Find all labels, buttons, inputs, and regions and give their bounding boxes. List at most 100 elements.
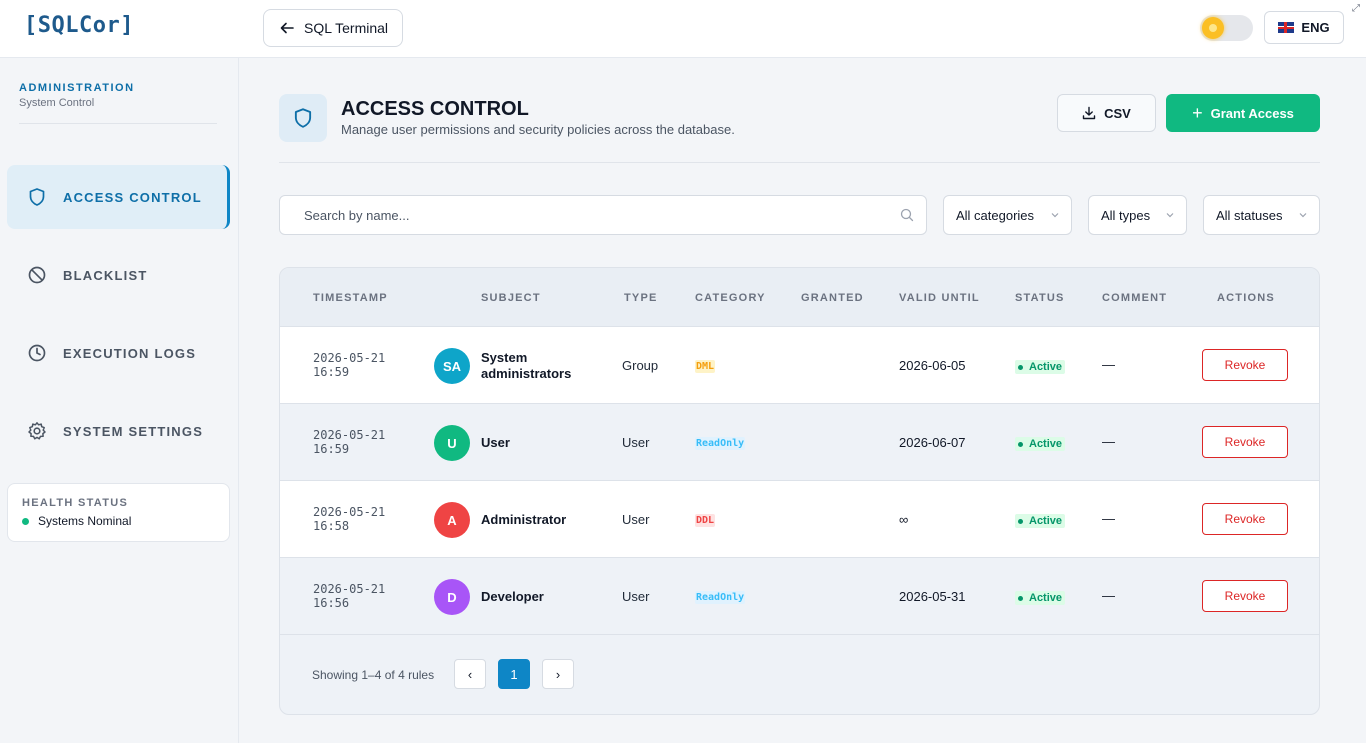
search-icon [900,208,914,222]
app-logo[interactable]: [SQLCor] [24,13,134,38]
status-filter-select[interactable]: All statuses [1203,195,1320,235]
plus-icon: + [1192,103,1203,123]
avatar: A [434,502,470,538]
comment-cell: — [1102,357,1115,372]
status-dot-icon [1018,518,1023,524]
comment-cell: — [1102,588,1115,603]
health-status-text: Systems Nominal [38,514,132,528]
column-header-type[interactable]: TYPE [624,292,658,304]
chevron-down-icon [1166,213,1174,218]
subject-name: User [481,435,510,450]
theme-toggle[interactable] [1200,15,1253,41]
timestamp-time: 16:58 [313,519,350,533]
ban-icon [28,266,46,284]
subject-line1: System [481,350,528,365]
type-filter-value: All types [1101,207,1151,223]
status-text: Active [1029,438,1063,450]
page-title: ACCESS CONTROL [341,98,529,120]
status-text: Active [1029,515,1063,527]
status-text: Active [1029,592,1063,604]
grant-button-label: Grant Access [1210,105,1294,121]
avatar: U [434,425,470,461]
sidebar-item-label: EXECUTION LOGS [63,345,197,361]
category-badge: ReadOnly [695,591,746,604]
revoke-button[interactable]: Revoke [1202,426,1288,458]
category-badge: DML [695,360,716,373]
pagination-page-button[interactable]: 1 [498,659,530,689]
arrow-left-icon [280,22,294,34]
page-shield-icon [279,94,327,142]
status-dot-icon [1018,595,1023,601]
avatar: SA [434,348,470,384]
health-status-card: HEALTH STATUS Systems Nominal [7,483,230,542]
table-row[interactable]: 2026-05-21 16:56 D Developer User ReadOn… [280,558,1319,635]
sidebar-divider [19,123,217,124]
sidebar-item-system-settings[interactable]: SYSTEM SETTINGS [7,399,230,463]
type-cell: User [622,589,650,604]
table-row[interactable]: 2026-05-21 16:58 A Administrator User DD… [280,481,1319,558]
timestamp-date: 2026-05-21 [313,428,386,442]
category-badge: DDL [695,514,716,527]
top-bar: [SQLCor] SQL Terminal ENG ⤢ [0,0,1366,58]
category-filter-value: All categories [956,207,1035,223]
timestamp-date: 2026-05-21 [313,351,386,365]
language-button[interactable]: ENG [1264,11,1344,44]
language-label: ENG [1301,20,1330,35]
chevron-down-icon [1051,213,1059,218]
column-header-granted[interactable]: GRANTED [801,292,864,304]
search-input[interactable] [280,196,860,234]
csv-export-button[interactable]: CSV [1057,94,1156,132]
column-header-valid-until[interactable]: VALID UNTIL [899,292,980,304]
column-header-status[interactable]: STATUS [1015,292,1065,304]
comment-cell: — [1102,511,1115,526]
pagination-prev-button[interactable]: ‹ [454,659,486,689]
pagination-summary: Showing 1–4 of 4 rules [312,668,435,682]
status-dot-icon [1018,364,1023,370]
valid-until-cell: ∞ [899,512,909,527]
sidebar-item-label: SYSTEM SETTINGS [63,423,204,439]
back-to-sql-terminal-button[interactable]: SQL Terminal [263,9,403,47]
timestamp-time: 16:59 [313,442,350,456]
pagination-next-button[interactable]: › [542,659,574,689]
expand-icon[interactable]: ⤢ [1352,3,1360,14]
shield-icon [294,108,312,128]
type-filter-select[interactable]: All types [1088,195,1187,235]
clock-icon [28,344,46,362]
type-cell: User [622,512,650,527]
download-icon [1082,106,1096,120]
status-text: Active [1029,361,1063,373]
column-header-category[interactable]: CATEGORY [695,292,766,304]
timestamp-date: 2026-05-21 [313,505,386,519]
timestamp-cell: 2026-05-21 16:56 [313,582,385,610]
status-dot-icon [1018,441,1023,447]
sidebar-item-access-control[interactable]: ACCESS CONTROL [7,165,230,229]
health-status-row: Systems Nominal [22,514,215,528]
sidebar-item-blacklist[interactable]: BLACKLIST [7,243,230,307]
grant-access-button[interactable]: + Grant Access [1166,94,1320,132]
valid-until-cell: 2026-06-07 [899,435,966,450]
sun-icon [1202,17,1224,39]
sidebar-item-execution-logs[interactable]: EXECUTION LOGS [7,321,230,385]
timestamp-time: 16:56 [313,596,350,610]
comment-cell: — [1102,434,1115,449]
revoke-button[interactable]: Revoke [1202,349,1288,381]
timestamp-cell: 2026-05-21 16:58 [313,505,385,533]
column-header-subject[interactable]: SUBJECT [481,292,541,304]
sidebar-title: ADMINISTRATION [19,82,135,94]
revoke-button[interactable]: Revoke [1202,503,1288,535]
sidebar: ADMINISTRATION System Control ACCESS CON… [0,58,239,743]
status-badge: Active [1015,360,1066,374]
column-header-comment[interactable]: COMMENT [1102,292,1167,304]
status-filter-value: All statuses [1216,207,1283,223]
timestamp-cell: 2026-05-21 16:59 [313,351,385,379]
status-dot-icon [22,517,29,525]
table-row[interactable]: 2026-05-21 16:59 SA System administrator… [280,327,1319,404]
sidebar-item-label: ACCESS CONTROL [63,189,202,205]
page-subtitle: Manage user permissions and security pol… [341,122,735,137]
column-header-timestamp[interactable]: TIMESTAMP [313,292,388,304]
table-row[interactable]: 2026-05-21 16:59 U User User ReadOnly 20… [280,404,1319,481]
revoke-button[interactable]: Revoke [1202,580,1288,612]
category-filter-select[interactable]: All categories [943,195,1072,235]
subject-name: Administrator [481,512,567,527]
uk-flag-icon [1278,22,1295,33]
